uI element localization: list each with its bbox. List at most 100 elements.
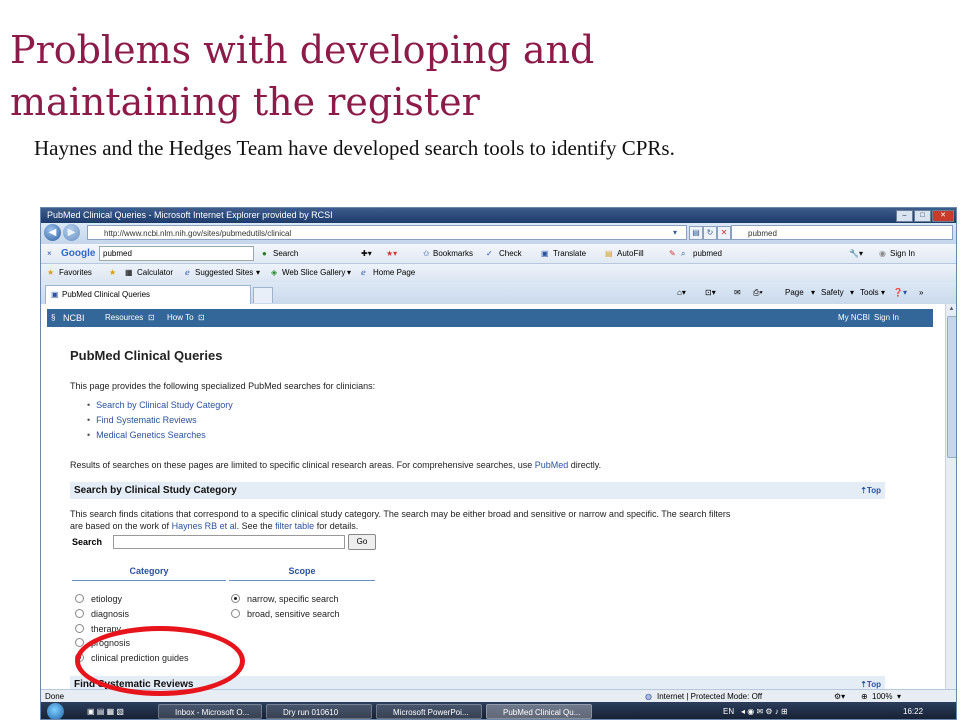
resources-menu[interactable]: Resources: [105, 309, 143, 327]
refresh-icon[interactable]: ↻: [703, 226, 717, 240]
slide-body-text: Haynes and the Hedges Team have develope…: [34, 136, 675, 160]
forward-arrow-icon[interactable]: ▶: [63, 224, 80, 241]
scope-option-narrow[interactable]: narrow, specific search: [231, 594, 339, 604]
bookmarks-button[interactable]: Bookmarks: [433, 244, 473, 263]
webslice-dropdown-icon[interactable]: ▾: [347, 264, 351, 282]
limit-text: Results of searches on these pages are l…: [70, 460, 601, 470]
go-button[interactable]: Go: [348, 534, 376, 550]
compat-view-icon[interactable]: ▤: [689, 226, 703, 240]
tab-pubmed-clinical-queries[interactable]: ▣ PubMed Clinical Queries: [45, 285, 251, 304]
category-option-diagnosis[interactable]: diagnosis: [75, 609, 129, 619]
haynes-link[interactable]: Haynes RB et al: [172, 521, 237, 531]
help-icon[interactable]: ❓▾: [893, 282, 907, 304]
taskbar-item-pubmed[interactable]: PubMed Clinical Qu...: [486, 704, 592, 719]
pubmed-search-button[interactable]: pubmed: [693, 244, 722, 263]
pagerank-icon[interactable]: ★▾: [386, 244, 397, 263]
calculator-link[interactable]: Calculator: [137, 264, 173, 282]
top-link[interactable]: ⇡Top: [860, 482, 881, 499]
section-clinical-study-category: Search by Clinical Study Category ⇡Top: [70, 482, 885, 499]
translate-button[interactable]: Translate: [553, 244, 586, 263]
radio-icon[interactable]: [75, 609, 84, 618]
search-label: Search: [72, 537, 103, 547]
desc-text-start: are based on the work of: [70, 521, 170, 531]
category-header: Category: [72, 566, 226, 581]
live-search-box[interactable]: pubmed: [731, 225, 953, 240]
new-tab-button[interactable]: [253, 287, 273, 303]
stop-icon[interactable]: ✕: [717, 226, 731, 240]
autofill-button[interactable]: AutoFill: [617, 244, 644, 263]
tools-menu[interactable]: Tools: [860, 282, 879, 304]
close-toolbar-icon[interactable]: ×: [47, 244, 52, 263]
webslice-gallery-link[interactable]: Web Slice Gallery: [282, 264, 345, 282]
browser-screenshot: PubMed Clinical Queries - Microsoft Inte…: [40, 207, 957, 720]
page-menu[interactable]: Page: [785, 282, 804, 304]
quicklaunch-icons[interactable]: ▣ ▤ ▦ ▧: [87, 702, 124, 719]
close-button[interactable]: ✕: [932, 210, 954, 222]
scope-header: Scope: [229, 566, 375, 581]
address-bar[interactable]: http://www.ncbi.nlm.nih.gov/sites/pubmed…: [87, 225, 687, 240]
suggested-sites-link[interactable]: Suggested Sites: [195, 264, 253, 282]
taskbar-item-outlook[interactable]: Inbox - Microsoft O...: [158, 704, 262, 719]
settings-wrench-icon[interactable]: 🔧▾: [849, 244, 863, 263]
taskbar-item-powerpoint[interactable]: Microsoft PowerPoi...: [376, 704, 482, 719]
home-page-link[interactable]: Home Page: [373, 264, 415, 282]
feeds-icon[interactable]: ⊡▾: [705, 282, 716, 304]
link-clinical-study-category[interactable]: Search by Clinical Study Category: [87, 400, 233, 410]
tray-icons[interactable]: ◂ ◉ ✉ ⚙ ♪ ⊞: [741, 702, 788, 719]
minimize-button[interactable]: –: [896, 210, 913, 222]
safety-menu-arrow-icon: ▾: [850, 288, 855, 297]
window-controls: – □ ✕: [896, 210, 954, 222]
radio-icon[interactable]: [231, 609, 240, 618]
url-text: http://www.ncbi.nlm.nih.gov/sites/pubmed…: [104, 229, 292, 238]
mail-icon[interactable]: ✉: [734, 282, 741, 304]
maximize-button[interactable]: □: [914, 210, 931, 222]
description-line-2: are based on the work of Haynes RB et al…: [70, 521, 358, 531]
limit-text-start: Results of searches on these pages are l…: [70, 460, 533, 470]
back-arrow-icon[interactable]: ◀: [44, 224, 61, 241]
ncbi-header-bar: § NCBI Resources ⊡ How To ⊡ My NCBI Sign…: [47, 309, 933, 327]
start-button-icon[interactable]: [47, 703, 64, 719]
intro-text: This page provides the following special…: [70, 381, 376, 391]
radio-icon[interactable]: [75, 624, 84, 633]
print-icon[interactable]: ⎙▾: [753, 282, 763, 304]
language-indicator[interactable]: EN: [723, 702, 734, 719]
google-search-button[interactable]: Search: [273, 244, 298, 263]
scope-option-broad[interactable]: broad, sensitive search: [231, 609, 340, 619]
ncbi-signin-link[interactable]: Sign In: [874, 309, 899, 327]
add-favorite-icon[interactable]: ★: [109, 264, 116, 282]
ncbi-logo[interactable]: NCBI: [63, 309, 85, 327]
category-option-etiology[interactable]: etiology: [75, 594, 122, 604]
home-icon[interactable]: ⌂▾: [677, 282, 686, 304]
google-search-input[interactable]: pubmed: [99, 246, 254, 261]
link-find-systematic-reviews[interactable]: Find Systematic Reviews: [87, 415, 197, 425]
top-link[interactable]: ⇡Top: [860, 676, 881, 689]
favorites-button[interactable]: Favorites: [59, 264, 92, 282]
tab-favicon: ▣: [51, 290, 59, 299]
scroll-up-icon[interactable]: ▲: [946, 304, 956, 315]
safety-menu[interactable]: Safety: [821, 282, 844, 304]
suggested-dropdown-icon[interactable]: ▾: [256, 264, 260, 282]
address-dropdown-icon[interactable]: ▾: [669, 227, 681, 239]
sidewiki-icon[interactable]: ✚▾: [361, 244, 372, 263]
taskbar-item-dry-run[interactable]: Dry run 010610: [266, 704, 372, 719]
page-menu-arrow-icon: ▾: [811, 288, 816, 297]
clock[interactable]: 16:22: [903, 702, 923, 719]
pen-icon[interactable]: ✎: [669, 244, 676, 263]
webslice-icon: ◈: [271, 268, 278, 277]
search-input[interactable]: [113, 535, 345, 549]
my-ncbi-link[interactable]: My NCBI: [838, 309, 870, 327]
pubmed-link[interactable]: PubMed: [535, 460, 569, 470]
check-button[interactable]: Check: [499, 244, 522, 263]
filter-table-link[interactable]: filter table: [275, 521, 314, 531]
howto-menu[interactable]: How To: [167, 309, 194, 327]
scroll-thumb[interactable]: [947, 316, 956, 458]
overflow-chevron-icon[interactable]: »: [919, 282, 923, 304]
link-medical-genetics[interactable]: Medical Genetics Searches: [87, 430, 206, 440]
radio-selected-icon[interactable]: [231, 594, 240, 603]
radio-icon[interactable]: [75, 594, 84, 603]
taskbar-label: Microsoft PowerPoi...: [393, 708, 469, 717]
google-signin-button[interactable]: Sign In: [890, 244, 915, 263]
vertical-scrollbar[interactable]: ▲: [945, 304, 956, 689]
taskbar-label: Dry run 010610: [283, 708, 339, 717]
option-label: narrow, specific search: [247, 594, 339, 604]
